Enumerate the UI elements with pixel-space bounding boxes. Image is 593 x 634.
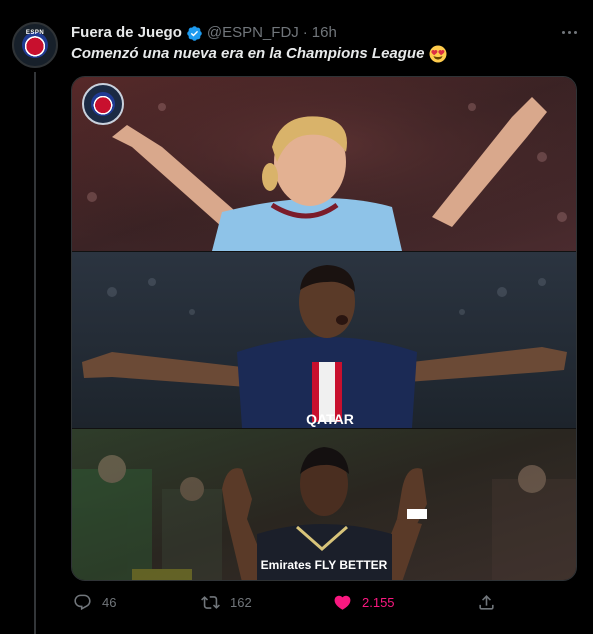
tweet-text: Comenzó una nueva era en la Champions Le… xyxy=(71,44,447,64)
reply-icon xyxy=(74,594,91,611)
tweet-header: Fuera de Juego @ESPN_FDJ · 16h xyxy=(71,23,337,43)
user-handle[interactable]: @ESPN_FDJ xyxy=(207,23,299,43)
jersey-sponsor-text: Emirates FLY BETTER xyxy=(261,558,388,572)
heart-filled-icon xyxy=(334,595,351,610)
jersey-sponsor-text: QATAR xyxy=(306,411,354,427)
separator-dot: · xyxy=(302,24,308,41)
like-button[interactable]: 2.155 xyxy=(333,593,395,612)
tweet-actions: 46 162 2.155 xyxy=(71,593,501,615)
tweet-card[interactable]: ESPN Fuera de Juego @ESPN_FDJ · 16h Come… xyxy=(0,0,593,634)
media-panel-2: QATAR xyxy=(72,252,576,428)
media-brand-logo xyxy=(82,83,124,125)
more-dot-icon xyxy=(561,30,565,34)
brand-logo-icon xyxy=(91,92,115,116)
avatar-text: ESPN xyxy=(25,30,45,36)
tweet-text-content: Comenzó una nueva era en la Champions Le… xyxy=(71,45,425,62)
retweet-count: 162 xyxy=(230,595,252,610)
media-panel-3: Emirates FLY BETTER xyxy=(72,429,576,580)
retweet-icon xyxy=(201,596,220,609)
verified-badge-icon xyxy=(187,25,202,41)
timestamp[interactable]: 16h xyxy=(312,23,337,43)
thread-line xyxy=(34,72,36,634)
reply-count: 46 xyxy=(102,595,117,610)
like-count: 2.155 xyxy=(362,595,395,610)
tweet-media[interactable]: QATAR Emirates FLY BETTER xyxy=(71,76,577,581)
share-icon xyxy=(479,595,494,610)
avatar[interactable]: ESPN xyxy=(12,22,58,68)
reply-button[interactable]: 46 xyxy=(73,593,116,612)
retweet-button[interactable]: 162 xyxy=(201,593,252,612)
heart-eyes-emoji-icon xyxy=(429,45,447,63)
media-panel-1 xyxy=(72,77,576,251)
more-dot-icon xyxy=(567,30,571,34)
display-name[interactable]: Fuera de Juego xyxy=(71,23,182,43)
more-options-button[interactable] xyxy=(557,22,581,42)
more-dot-icon xyxy=(573,30,577,34)
share-button[interactable] xyxy=(477,593,496,612)
